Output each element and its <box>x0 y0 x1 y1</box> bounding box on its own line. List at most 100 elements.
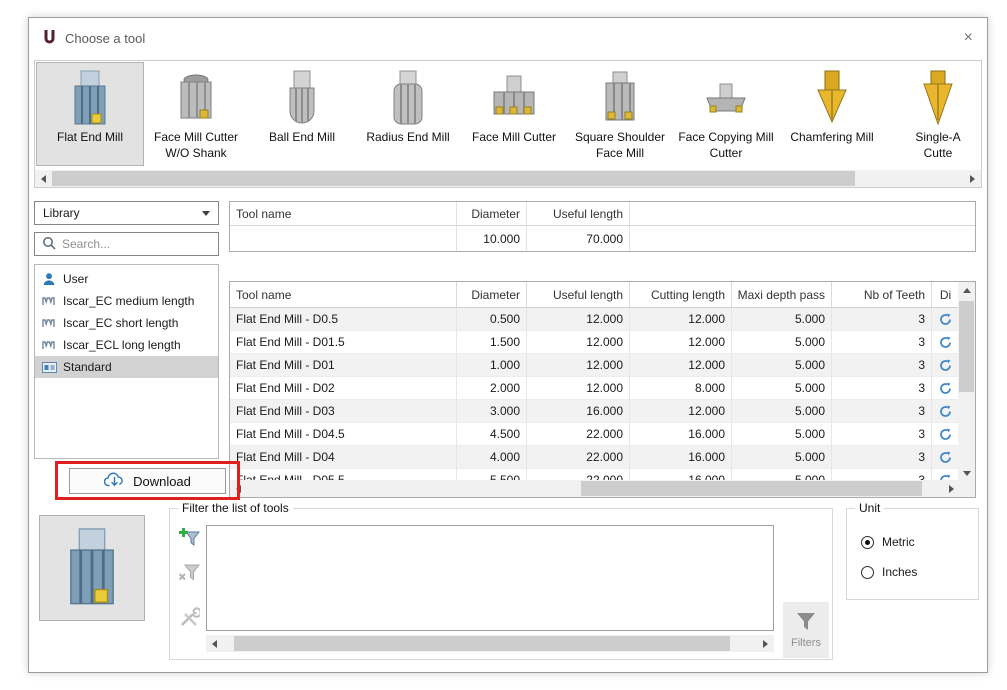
tool-type-radius-end-mill[interactable]: Radius End Mill <box>355 63 461 165</box>
scrollbar-track[interactable] <box>52 170 964 187</box>
scroll-left-button[interactable] <box>230 480 247 497</box>
tool-type-face-copying-mill-cutter[interactable]: Face Copying Mill Cutter <box>673 63 779 165</box>
arrow-up-icon <box>963 288 971 293</box>
tool-table-col-cutting-length[interactable]: Cutting length <box>630 282 732 307</box>
scroll-left-button[interactable] <box>206 635 223 652</box>
tool-table-col-diameter[interactable]: Diameter <box>457 282 527 307</box>
arrow-right-icon <box>763 640 768 648</box>
scrollbar-track[interactable] <box>223 635 757 652</box>
tool-type-square-shoulder-face-mill[interactable]: Square Shoulder Face Mill <box>567 63 673 165</box>
arrow-right-icon <box>970 175 975 183</box>
unit-metric-radio[interactable]: Metric <box>861 535 915 549</box>
library-item-iscar-ec-short-length[interactable]: Iscar_EC short length <box>35 312 218 334</box>
search-icon <box>42 236 56 253</box>
ball-end-mill-icon <box>282 66 322 126</box>
filter-list-scrollbar[interactable] <box>206 635 774 652</box>
tool-table-col-useful-length[interactable]: Useful length <box>527 282 630 307</box>
cell: 12.000 <box>527 354 630 377</box>
cell: Flat End Mill - D05.5 <box>230 469 457 480</box>
face-mill-cutter-icon <box>489 66 539 126</box>
scroll-left-button[interactable] <box>35 170 52 187</box>
radius-end-mill-icon <box>387 66 429 126</box>
arrow-right-icon <box>949 485 954 493</box>
tool-table-col-di[interactable]: Di <box>932 282 958 307</box>
cell: 8.000 <box>630 377 732 400</box>
tool-table-col-maxi-depth-pass[interactable]: Maxi depth pass <box>732 282 832 307</box>
tool-type-face-mill-cutter[interactable]: Face Mill Cutter <box>461 63 567 165</box>
tool-row-flat-end-mill-d01-5[interactable]: Flat End Mill - D01.51.50012.00012.0005.… <box>230 331 958 354</box>
tool-type-face-mill-cutter-w-o-shank[interactable]: Face Mill Cutter W/O Shank <box>143 63 249 165</box>
current-tool-col-tool-name[interactable]: Tool name <box>230 202 457 225</box>
current-tool-col-useful-length[interactable]: Useful length <box>527 202 630 225</box>
current-tool-col-diameter[interactable]: Diameter <box>457 202 527 225</box>
filter-group: Filter the list of tools Filters <box>169 508 833 660</box>
remove-filter-button[interactable] <box>175 559 203 587</box>
filters-button[interactable]: Filters <box>783 602 829 658</box>
scrollbar-thumb[interactable] <box>234 636 731 651</box>
edit-tools-button[interactable] <box>175 604 203 632</box>
close-button[interactable]: × <box>964 30 973 46</box>
scroll-right-button[interactable] <box>964 170 981 187</box>
tool-row-flat-end-mill-d0-5[interactable]: Flat End Mill - D0.50.50012.00012.0005.0… <box>230 308 958 331</box>
titlebar: Choose a tool × <box>29 18 987 58</box>
tool-type-chamfering-mill[interactable]: Chamfering Mill <box>779 63 885 165</box>
library-icon <box>41 318 57 328</box>
standard-icon <box>41 362 57 373</box>
cell: 12.000 <box>630 331 732 354</box>
scrollbar-track[interactable] <box>958 299 975 465</box>
tool-row-flat-end-mill-d04-5[interactable]: Flat End Mill - D04.54.50022.00016.0005.… <box>230 423 958 446</box>
filter-list[interactable] <box>206 525 774 631</box>
tool-type-ball-end-mill[interactable]: Ball End Mill <box>249 63 355 165</box>
library-item-user[interactable]: User <box>35 268 218 290</box>
tool-table-vscrollbar[interactable] <box>958 282 975 482</box>
cloud-download-icon <box>104 471 125 491</box>
radio-icon <box>861 536 874 549</box>
tool-type-single-a-cutte[interactable]: Single-A Cutte <box>885 63 982 165</box>
scrollbar-thumb[interactable] <box>581 481 922 496</box>
library-source-dropdown[interactable]: Library <box>34 201 219 225</box>
tool-type-label: Ball End Mill <box>269 130 335 146</box>
tool-table-col-nb-of-teeth[interactable]: Nb of Teeth <box>832 282 932 307</box>
scrollbar-thumb[interactable] <box>959 301 974 392</box>
tool-type-flat-end-mill[interactable]: Flat End Mill <box>37 63 143 165</box>
tool-type-label: Face Mill Cutter W/O Shank <box>143 130 249 161</box>
library-item-label: Iscar_ECL long length <box>63 338 181 352</box>
scrollbar-thumb[interactable] <box>52 171 855 186</box>
tool-row-flat-end-mill-d01[interactable]: Flat End Mill - D011.00012.00012.0005.00… <box>230 354 958 377</box>
cell: 3 <box>832 423 932 446</box>
cell: Flat End Mill - D04.5 <box>230 423 457 446</box>
scroll-up-button[interactable] <box>958 282 975 299</box>
scrollbar-track[interactable] <box>247 480 943 497</box>
tool-table-body: Flat End Mill - D0.50.50012.00012.0005.0… <box>230 308 958 480</box>
cell: 22.000 <box>527 446 630 469</box>
app-icon <box>43 29 56 48</box>
tool-row-flat-end-mill-d03[interactable]: Flat End Mill - D033.00016.00012.0005.00… <box>230 400 958 423</box>
search-input[interactable] <box>62 237 211 251</box>
library-item-iscar-ecl-long-length[interactable]: Iscar_ECL long length <box>35 334 218 356</box>
unit-group: Unit MetricInches <box>846 508 979 600</box>
cell: 12.000 <box>630 354 732 377</box>
tool-table-hscrollbar[interactable] <box>230 480 960 497</box>
chamfering-mill-icon <box>812 66 852 126</box>
tool-type-label: Chamfering Mill <box>790 130 873 146</box>
cell: 3 <box>832 331 932 354</box>
tool-row-flat-end-mill-d02[interactable]: Flat End Mill - D022.00012.0008.0005.000… <box>230 377 958 400</box>
download-button[interactable]: Download <box>69 468 226 494</box>
cell: 16.000 <box>630 446 732 469</box>
tool-table: Tool nameDiameterUseful lengthCutting le… <box>229 281 976 498</box>
tool-row-flat-end-mill-d04[interactable]: Flat End Mill - D044.00022.00016.0005.00… <box>230 446 958 469</box>
unit-group-label: Unit <box>855 501 884 515</box>
tool-row-flat-end-mill-d05-5[interactable]: Flat End Mill - D05.55.50022.00016.0005.… <box>230 469 958 480</box>
current-tool-row[interactable]: 10.00070.000 <box>230 226 975 251</box>
tool-table-col-tool-name[interactable]: Tool name <box>230 282 457 307</box>
library-item-standard[interactable]: Standard <box>35 356 218 378</box>
cell: 5.000 <box>732 377 832 400</box>
search-box <box>34 232 219 256</box>
library-item-iscar-ec-medium-length[interactable]: Iscar_EC medium length <box>35 290 218 312</box>
scroll-right-button[interactable] <box>757 635 774 652</box>
unit-inches-radio[interactable]: Inches <box>861 565 917 579</box>
dropdown-value: Library <box>43 206 80 220</box>
add-filter-button[interactable] <box>175 525 203 553</box>
tool-strip-scrollbar[interactable] <box>35 170 981 187</box>
tool-type-label: Flat End Mill <box>57 130 123 146</box>
